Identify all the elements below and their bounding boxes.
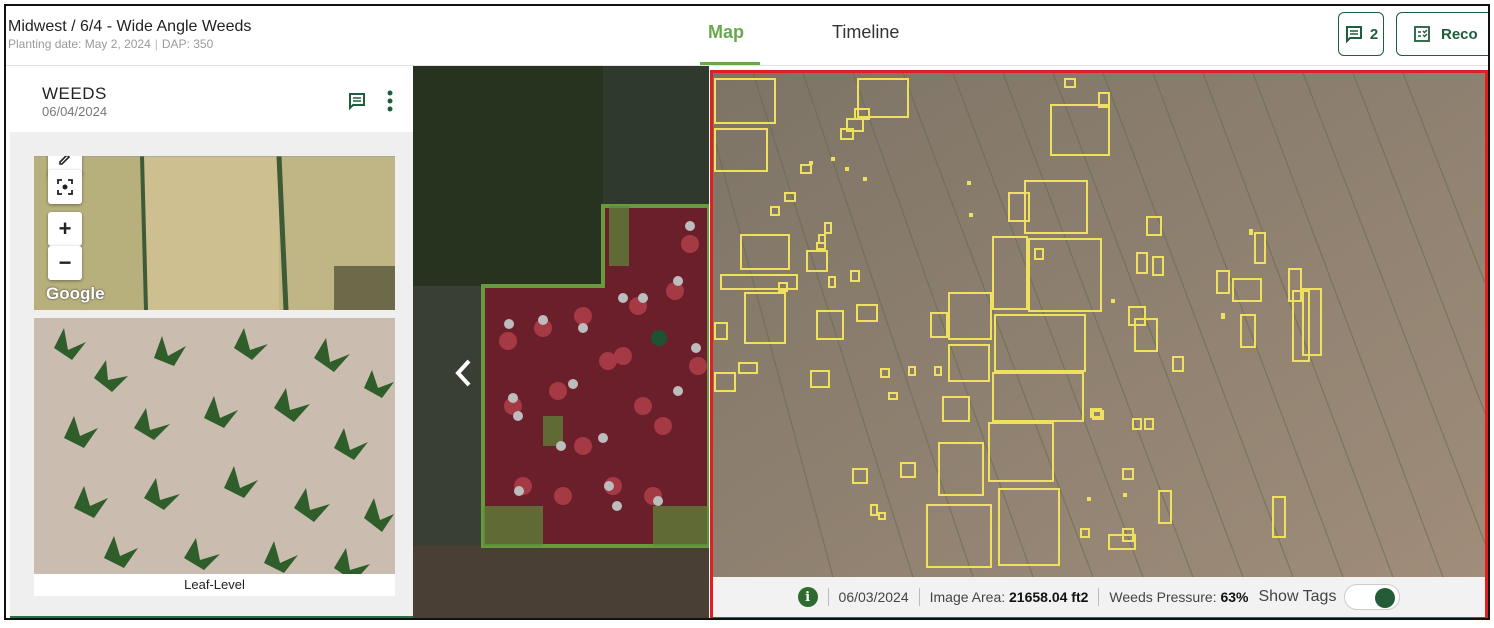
show-tags-label: Show Tags [1258,588,1337,605]
panel-footer-bar [10,616,413,618]
field-map[interactable] [413,66,709,618]
report-button[interactable]: Reco [1396,12,1488,56]
weeds-pressure-value: 63% [1220,589,1249,605]
dap-value: DAP: 350 [161,37,214,51]
planting-date: Planting date: May 2, 2024 [8,37,151,51]
image-date: 06/03/2024 [838,589,909,605]
layer-panel: WEEDS 06/04/2024 + − Google Leaf-Level [10,66,413,618]
image-area-label: Image Area: [929,589,1006,605]
field-heatmap [413,66,709,618]
report-label: Reco [1441,25,1478,43]
comment-icon [1345,26,1362,44]
info-icon[interactable]: i [797,587,818,607]
weeds-pressure-label: Weeds Pressure: [1109,589,1217,605]
collapse-panel-button[interactable] [453,358,473,397]
toggle-knob [1375,588,1396,608]
layer-header: WEEDS 06/04/2024 [10,66,413,132]
wide-angle-image-viewer[interactable]: i 06/03/2024 Image Area: 21658.04 ft2 We… [710,70,1488,618]
focus-icon [57,179,73,195]
zoom-out-button[interactable]: − [48,246,82,280]
satellite-map[interactable]: + − Google [34,156,395,310]
more-options-icon[interactable] [387,90,393,112]
leaf-level-image[interactable] [34,318,395,574]
chevron-left-icon [455,359,471,387]
show-tags-toggle[interactable] [1344,584,1401,610]
image-area-value: 21658.04 ft2 [1009,589,1089,605]
image-info-bar: i 06/03/2024 Image Area: 21658.04 ft2 We… [713,577,1485,617]
locate-button[interactable] [48,170,82,204]
comment-icon[interactable] [347,91,367,111]
report-icon [1414,26,1430,42]
drone-image [713,73,1485,578]
tab-timeline[interactable]: Timeline [832,22,899,43]
comments-count: 2 [1369,25,1379,43]
page-subtitle: Planting date: May 2, 2024 | DAP: 350 [8,37,214,51]
page-title: Midwest / 6/4 - Wide Angle Weeds [8,18,252,35]
tab-map[interactable]: Map [708,22,744,43]
top-header: Midwest / 6/4 - Wide Angle Weeds Plantin… [6,6,1488,66]
zoom-in-button[interactable]: + [48,212,82,246]
active-tab-indicator [700,62,760,65]
layer-title: WEEDS [42,84,107,103]
app-frame: Midwest / 6/4 - Wide Angle Weeds Plantin… [4,4,1490,620]
map-attribution: Google [46,284,105,303]
leaf-level-photo [34,318,395,574]
image-caption: Leaf-Level [34,574,395,596]
edit-icon [59,156,71,165]
comments-button[interactable]: 2 [1338,12,1384,56]
layer-date: 06/04/2024 [42,104,108,119]
